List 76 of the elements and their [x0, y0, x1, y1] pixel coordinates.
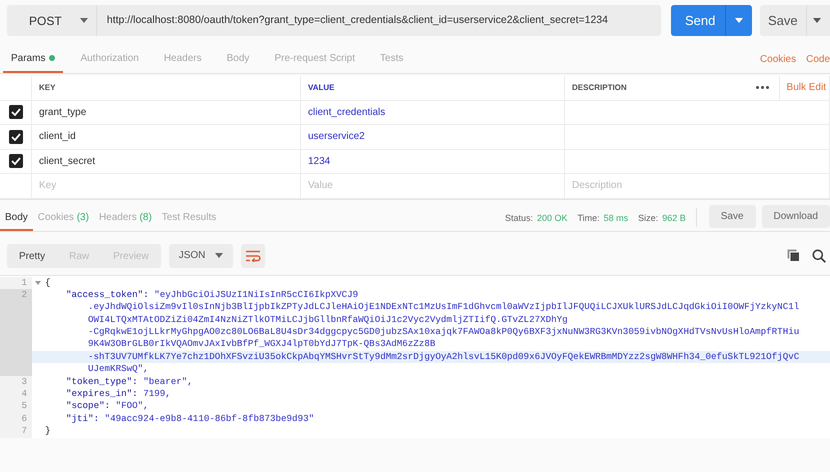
key-input-field[interactable]: Key: [39, 180, 274, 192]
json-key: "access_token":: [66, 288, 149, 302]
response-button[interactable]: Save: [708, 204, 756, 228]
json-key: "expires_in":: [66, 388, 138, 400]
column-header: DESCRIPTION: [572, 83, 627, 92]
wrap-lines-button[interactable]: [241, 244, 266, 268]
bulk-edit-link[interactable]: Bulk Edit: [780, 82, 829, 94]
response-tab[interactable]: Body: [0, 206, 33, 230]
line-number: 4: [0, 388, 32, 400]
response-tab[interactable]: Test Results: [156, 206, 222, 230]
json-value: 9K4W3OBrGLB0rIkVQAOmvJAxIvbBfPf_WGXJ4lpT0bYdJ7TpK-QBs3AdM6zZz8B: [87, 338, 436, 351]
json-value: 7199,: [143, 388, 172, 400]
response-button[interactable]: Download: [762, 204, 830, 228]
send-button[interactable]: Send: [671, 5, 752, 36]
method-dropdown[interactable]: POST: [7, 5, 96, 36]
response-tab[interactable]: Cookies (3): [32, 206, 94, 230]
response-tab[interactable]: Headers (8): [94, 206, 157, 230]
save-button[interactable]: Save: [760, 5, 830, 36]
json-brace: {: [45, 276, 51, 289]
wrap-lines-icon: [245, 250, 262, 262]
json-value: "49acc924-e9b8-4110-86bf-8fb873be9d93": [104, 412, 316, 426]
checkbox[interactable]: [8, 105, 22, 120]
view-mode-tab[interactable]: Pretty: [7, 244, 58, 268]
link[interactable]: Code: [806, 54, 830, 64]
description-input-field[interactable]: Description: [572, 180, 804, 192]
json-brace: }: [45, 425, 51, 438]
copy-icon[interactable]: [787, 249, 800, 262]
column-header: VALUE: [308, 83, 335, 92]
format-dropdown[interactable]: JSON: [168, 244, 234, 268]
json-value: -shT3UV7UMfkLK7Ye7chz1DOhXFSvziU35okCkpAbqYMSHvrStTy9dMm2srDjgyOyA2hlsvL15K0pd09x6JVOyFQekEWRBmMDYzz2sgW8WHFh34_0efuSkTL921OfjQvC: [32, 350, 830, 364]
checkbox[interactable]: [8, 130, 22, 144]
line-number: 5: [0, 400, 32, 413]
param-key: grant_type: [39, 106, 86, 118]
column-header: KEY: [39, 83, 56, 92]
param-value: client_credentials: [308, 106, 386, 118]
json-key: "jti":: [66, 412, 100, 426]
line-number: 2: [0, 288, 32, 376]
status-label: Time:: [577, 213, 600, 223]
json-value: "FOO",: [116, 400, 150, 413]
status-value: 200 OK: [536, 213, 568, 223]
param-key: client_id: [39, 131, 76, 142]
json-value: OWI4LTQxMTAtODZiZi04ZmI4NzNiZTlkOTMiLCJjbGllbnRfaWQiOiJ1c2Vyc2VydmljZTIifQ.GTvZL27XDhYg: [87, 314, 569, 326]
request-tab[interactable]: Authorization: [72, 45, 147, 73]
request-tab[interactable]: Params: [3, 45, 64, 73]
caret-icon: [215, 253, 224, 258]
status-value: 962 B: [662, 213, 686, 223]
json-key: "token_type":: [66, 376, 138, 388]
line-number: 1: [0, 276, 32, 289]
json-key: "scope":: [66, 400, 110, 413]
request-tab[interactable]: Tests: [372, 45, 412, 73]
param-key: client_secret: [39, 156, 96, 167]
line-number: 6: [0, 412, 32, 426]
status-label: Status:: [504, 213, 533, 223]
json-value: -CgRqkwE1ojLLkrMyGhpgAO0zc80LO6BaL8U4sDr34dggcpyc5GD0jubzSAx10xajqk7FAWOa8kP0Qy6BXF3jxNuNW3RG3KVn3059ivbNOgXHdTVsNvUsHloAmpfRTHiu: [87, 326, 800, 338]
json-value: "eyJhbGciOiJSUzI1NiIsInR5cCI6IkpXVCJ9: [154, 288, 360, 302]
json-value: "bearer",: [143, 376, 194, 388]
line-number: 7: [0, 425, 32, 438]
json-value: UJemKRSwQ",: [87, 363, 150, 376]
param-value: userservice2: [308, 131, 365, 142]
fold-icon[interactable]: [35, 280, 41, 285]
caret-icon: [812, 18, 821, 23]
line-number: 3: [0, 376, 32, 388]
request-tab[interactable]: Headers: [156, 45, 210, 73]
param-value: 1234: [308, 156, 330, 167]
url-field[interactable]: http://localhost:8080/oauth/token?grant_type=client_credentials&client_id=userservice2&client_secret=1234: [96, 5, 662, 36]
link[interactable]: Cookies: [760, 54, 796, 64]
checkbox[interactable]: [8, 154, 22, 168]
json-value: .eyJhdWQiOlsiZm9vIl0sInNjb3BlIjpbIkZPTyJdLCJleHAiOjE1NDExNTc1MzUsImF1dGhvcml0aWVzIjpbIlJFQUQiLCJXUklURSJdLCJqdGkiOiI0OWFjYzkyNC1l: [87, 301, 800, 314]
status-value: 58 ms: [604, 213, 628, 223]
value-input-field[interactable]: Value: [308, 180, 538, 192]
caret-icon: [735, 18, 743, 23]
request-tab[interactable]: Body: [218, 45, 258, 73]
status-label: Size:: [638, 213, 658, 223]
search-icon[interactable]: [812, 248, 826, 262]
request-tab[interactable]: Pre-request Script: [266, 45, 364, 73]
caret-icon: [80, 18, 88, 23]
